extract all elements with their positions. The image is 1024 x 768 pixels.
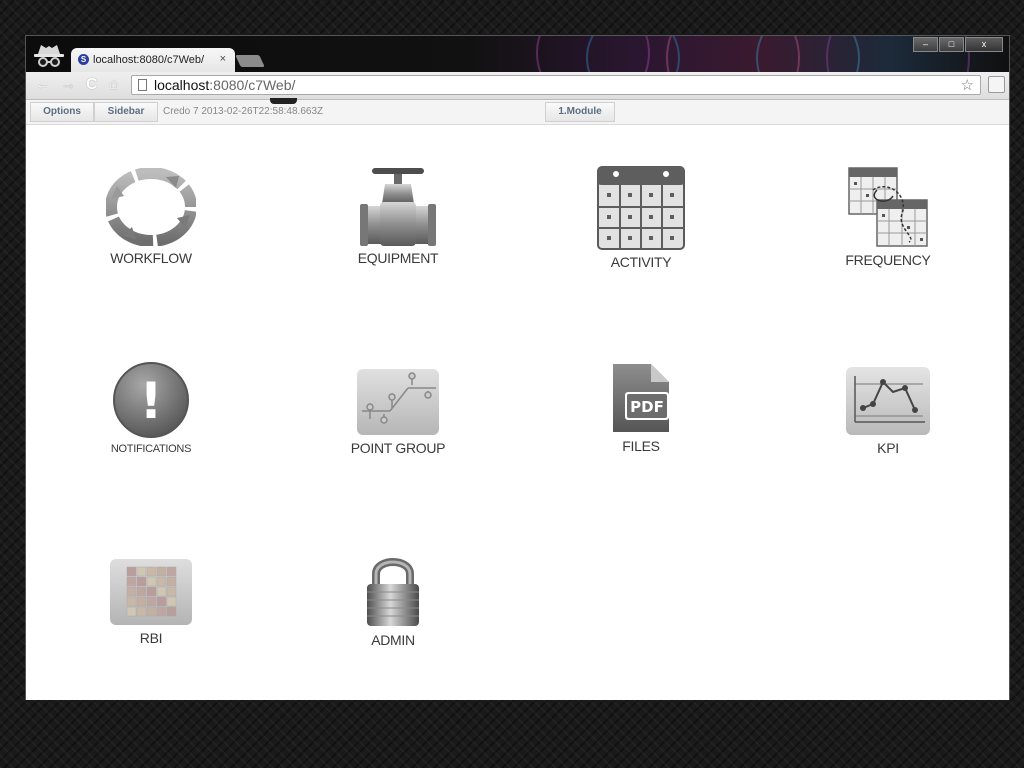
risk-matrix-cell	[126, 576, 137, 587]
tile-label: EQUIPMENT	[357, 250, 439, 266]
tile-label: FILES	[622, 438, 660, 454]
minimize-button[interactable]: –	[913, 37, 938, 52]
risk-matrix-cell	[156, 576, 167, 587]
tile-admin[interactable]: ADMIN	[293, 552, 493, 648]
risk-matrix-cell	[156, 606, 167, 617]
risk-matrix-cell	[146, 576, 157, 587]
bookmark-star-icon[interactable]: ☆	[961, 76, 974, 94]
risk-matrix-cell	[166, 566, 177, 577]
home-button[interactable]: ⌂	[109, 76, 119, 94]
risk-matrix-cell	[146, 586, 157, 597]
risk-matrix-cell	[126, 606, 137, 617]
point-group-icon	[357, 369, 439, 435]
reload-button[interactable]: C	[86, 76, 98, 94]
padlock-icon	[367, 558, 419, 626]
risk-matrix-cell	[156, 586, 167, 597]
back-button[interactable]: ←	[35, 76, 51, 94]
tile-point-group[interactable]: POINT GROUP	[298, 368, 498, 456]
calendar-frequency-icon	[848, 167, 928, 247]
module-tab[interactable]: 1.Module	[545, 102, 615, 122]
risk-matrix-cell	[166, 606, 177, 617]
tile-label: NOTIFICATIONS	[110, 443, 192, 455]
risk-matrix-cell	[136, 606, 147, 617]
risk-matrix-cell	[136, 566, 147, 577]
window-controls: – □ x	[913, 37, 1003, 52]
drag-handle[interactable]	[270, 98, 297, 104]
site-favicon-icon: S	[78, 54, 89, 65]
browser-window: S localhost:8080/c7Web/ × – □ x ← → C ⌂ …	[25, 35, 1010, 700]
incognito-icon	[34, 45, 64, 67]
status-text: Credo 7 2013-02-26T22:58:48.663Z	[163, 106, 324, 117]
calendar-icon	[597, 166, 685, 250]
risk-matrix-cell	[146, 606, 157, 617]
forward-button[interactable]: →	[60, 76, 76, 94]
tab-close-button[interactable]: ×	[220, 53, 226, 65]
address-bar[interactable]: localhost:8080/c7Web/ ☆	[131, 75, 981, 95]
risk-matrix-cell	[156, 566, 167, 577]
risk-matrix-cell	[166, 586, 177, 597]
pdf-label: PDF	[630, 398, 664, 416]
workflow-cycle-icon	[106, 168, 196, 246]
tile-label: WORKFLOW	[110, 250, 192, 266]
risk-matrix-cell	[166, 576, 177, 587]
tile-workflow[interactable]: WORKFLOW	[51, 168, 251, 266]
risk-matrix-cell	[166, 596, 177, 607]
tile-activity[interactable]: ACTIVITY	[541, 166, 741, 270]
risk-matrix-cell	[146, 596, 157, 607]
options-button[interactable]: Options	[30, 102, 94, 122]
tile-label: ADMIN	[371, 632, 415, 648]
new-tab-button[interactable]	[235, 55, 265, 67]
risk-matrix-icon	[110, 559, 192, 625]
tile-label: POINT GROUP	[350, 440, 446, 456]
risk-matrix-cell	[126, 596, 137, 607]
page-content: Options Sidebar Credo 7 2013-02-26T22:58…	[26, 98, 1009, 700]
risk-matrix-cell	[136, 596, 147, 607]
url-host: localhost	[154, 77, 210, 93]
tile-label: RBI	[139, 630, 163, 646]
risk-matrix-cell	[136, 586, 147, 597]
window-close-button[interactable]: x	[965, 37, 1003, 52]
url-path: :8080/c7Web/	[209, 77, 296, 93]
page-icon	[138, 79, 147, 91]
browser-toolbar: ← → C ⌂ localhost:8080/c7Web/ ☆	[26, 72, 1009, 100]
maximize-button[interactable]: □	[939, 37, 964, 52]
risk-matrix-cell	[146, 566, 157, 577]
tile-notifications[interactable]: ! NOTIFICATIONS	[51, 361, 251, 455]
app-bar: Options Sidebar Credo 7 2013-02-26T22:58…	[26, 98, 1009, 125]
tile-frequency[interactable]: FREQUENCY	[788, 166, 988, 268]
tile-equipment[interactable]: EQUIPMENT	[298, 166, 498, 266]
risk-matrix-cell	[126, 566, 137, 577]
tile-label: FREQUENCY	[845, 252, 931, 268]
tile-kpi[interactable]: KPI	[788, 366, 988, 456]
exclamation-icon: !	[113, 362, 189, 438]
title-bar: S localhost:8080/c7Web/ × – □ x	[26, 36, 1009, 72]
notification-mark: !	[140, 372, 163, 430]
tile-label: KPI	[877, 440, 899, 456]
browser-tab[interactable]: S localhost:8080/c7Web/ ×	[71, 48, 235, 72]
risk-matrix-grid	[126, 566, 177, 617]
browser-menu-button[interactable]	[988, 76, 1005, 93]
tab-title: localhost:8080/c7Web/	[93, 54, 205, 66]
tile-label: ACTIVITY	[610, 254, 672, 270]
kpi-chart-icon	[846, 367, 930, 435]
risk-matrix-cell	[126, 586, 137, 597]
risk-matrix-cell	[136, 576, 147, 587]
sidebar-button[interactable]: Sidebar	[94, 102, 158, 122]
pdf-file-icon: PDF	[613, 364, 669, 432]
tile-files[interactable]: PDF FILES	[541, 362, 741, 454]
valve-icon	[360, 168, 436, 246]
risk-matrix-cell	[156, 596, 167, 607]
tile-rbi[interactable]: RBI	[51, 558, 251, 646]
